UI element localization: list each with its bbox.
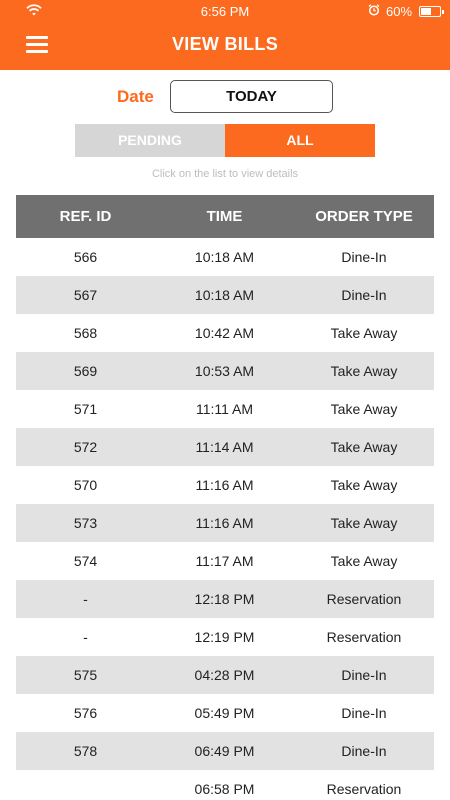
- cell-ref-id: [16, 770, 155, 800]
- cell-time: 12:19 PM: [194, 629, 255, 645]
- hint-text: Click on the list to view details: [151, 168, 299, 180]
- cell-ref-id: -: [83, 591, 88, 607]
- table-row[interactable]: 575 04:28 PM Dine-In: [16, 656, 434, 694]
- cell-ref-id: 574: [73, 553, 98, 569]
- cell-ref-id: 569: [73, 363, 98, 379]
- cell-ref-id: -: [83, 629, 88, 645]
- table-row[interactable]: 569 10:53 AM Take Away: [16, 352, 434, 390]
- cell-time: 10:53 AM: [194, 363, 255, 379]
- cell-order-type: Reservation: [326, 629, 402, 645]
- table-row[interactable]: 574 11:17 AM Take Away: [16, 542, 434, 580]
- cell-time: 12:18 PM: [194, 591, 255, 607]
- cell-time: 11:16 AM: [195, 515, 254, 531]
- cell-order-type: Take Away: [330, 439, 398, 455]
- header-time: TIME: [206, 208, 243, 225]
- alarm-clock-icon: [368, 4, 380, 16]
- table-row[interactable]: - 12:18 PM Reservation: [16, 580, 434, 618]
- cell-ref-id: 567: [73, 287, 98, 303]
- cell-order-type: Take Away: [330, 363, 398, 379]
- header-ref-id: REF. ID: [59, 208, 112, 225]
- cell-ref-id: 570: [73, 477, 98, 493]
- battery-nub: [442, 10, 444, 14]
- cell-time: 06:49 PM: [194, 743, 255, 759]
- table-row[interactable]: 578 06:49 PM Dine-In: [16, 732, 434, 770]
- cell-order-type: Take Away: [330, 477, 398, 493]
- table-row[interactable]: 567 10:18 AM Dine-In: [16, 276, 434, 314]
- table-body: 566 10:18 AM Dine-In 567 10:18 AM Dine-In 568 1…: [16, 238, 434, 800]
- cell-order-type: Reservation: [326, 781, 402, 797]
- cell-ref-id: 568: [73, 325, 98, 341]
- tab-pending[interactable]: PENDING: [75, 124, 225, 157]
- status-time: 6:56 PM: [200, 4, 250, 19]
- battery-fill: [421, 8, 431, 15]
- cell-order-type: Take Away: [330, 325, 398, 341]
- cell-time: 10:18 AM: [194, 287, 255, 303]
- battery-icon: [419, 6, 444, 17]
- status-bar: 6:56 PM 60%: [0, 0, 450, 22]
- bills-table: REF. ID TIME ORDER TYPE 566 10:18 AM Dine-…: [16, 195, 434, 800]
- cell-ref-id: 576: [73, 705, 98, 721]
- cell-order-type: Dine-In: [341, 705, 387, 721]
- table-row[interactable]: 572 11:14 AM Take Away: [16, 428, 434, 466]
- cell-order-type: Dine-In: [341, 667, 387, 683]
- cell-ref-id: 572: [73, 439, 98, 455]
- cell-order-type: Take Away: [330, 401, 398, 417]
- tab-all[interactable]: ALL: [225, 124, 375, 157]
- table-row[interactable]: 571 11:11 AM Take Away: [16, 390, 434, 428]
- header-order-type: ORDER TYPE: [315, 208, 413, 225]
- table-row[interactable]: 570 11:16 AM Take Away: [16, 466, 434, 504]
- date-label: Date: [117, 87, 154, 106]
- table-header: REF. ID TIME ORDER TYPE: [16, 195, 434, 238]
- cell-ref-id: 566: [73, 249, 98, 265]
- cell-time: 11:16 AM: [195, 477, 254, 493]
- cell-order-type: Reservation: [326, 591, 402, 607]
- page-title: VIEW BILLS: [172, 34, 278, 54]
- cell-ref-id: 578: [73, 743, 98, 759]
- cell-order-type: Take Away: [330, 553, 398, 569]
- app-header: 6:56 PM 60% VIEW BILLS: [0, 0, 450, 70]
- table-row[interactable]: 568 10:42 AM Take Away: [16, 314, 434, 352]
- table-row[interactable]: 06:58 PM Reservation: [16, 770, 434, 800]
- cell-order-type: Take Away: [330, 515, 398, 531]
- cell-ref-id: 573: [73, 515, 98, 531]
- table-row[interactable]: 573 11:16 AM Take Away: [16, 504, 434, 542]
- bill-filter-tabs: PENDING ALL: [75, 124, 375, 157]
- table-row[interactable]: - 12:19 PM Reservation: [16, 618, 434, 656]
- cell-order-type: Dine-In: [341, 743, 387, 759]
- cell-time: 06:58 PM: [194, 781, 255, 797]
- battery-percent: 60%: [386, 4, 413, 19]
- cell-order-type: Dine-In: [341, 249, 387, 265]
- cell-time: 11:17 AM: [195, 553, 254, 569]
- cell-time: 10:42 AM: [194, 325, 255, 341]
- table-row[interactable]: 576 05:49 PM Dine-In: [16, 694, 434, 732]
- date-filter-row: Date TODAY: [0, 80, 450, 114]
- cell-time: 10:18 AM: [194, 249, 255, 265]
- cell-time: 11:14 AM: [195, 439, 254, 455]
- cell-ref-id: 571: [73, 401, 98, 417]
- date-selector[interactable]: TODAY: [170, 80, 333, 113]
- cell-ref-id: 575: [73, 667, 98, 683]
- cell-time: 11:11 AM: [195, 401, 254, 417]
- cell-time: 05:49 PM: [194, 705, 255, 721]
- cell-time: 04:28 PM: [194, 667, 255, 683]
- table-row[interactable]: 566 10:18 AM Dine-In: [16, 238, 434, 276]
- cell-order-type: Dine-In: [341, 287, 387, 303]
